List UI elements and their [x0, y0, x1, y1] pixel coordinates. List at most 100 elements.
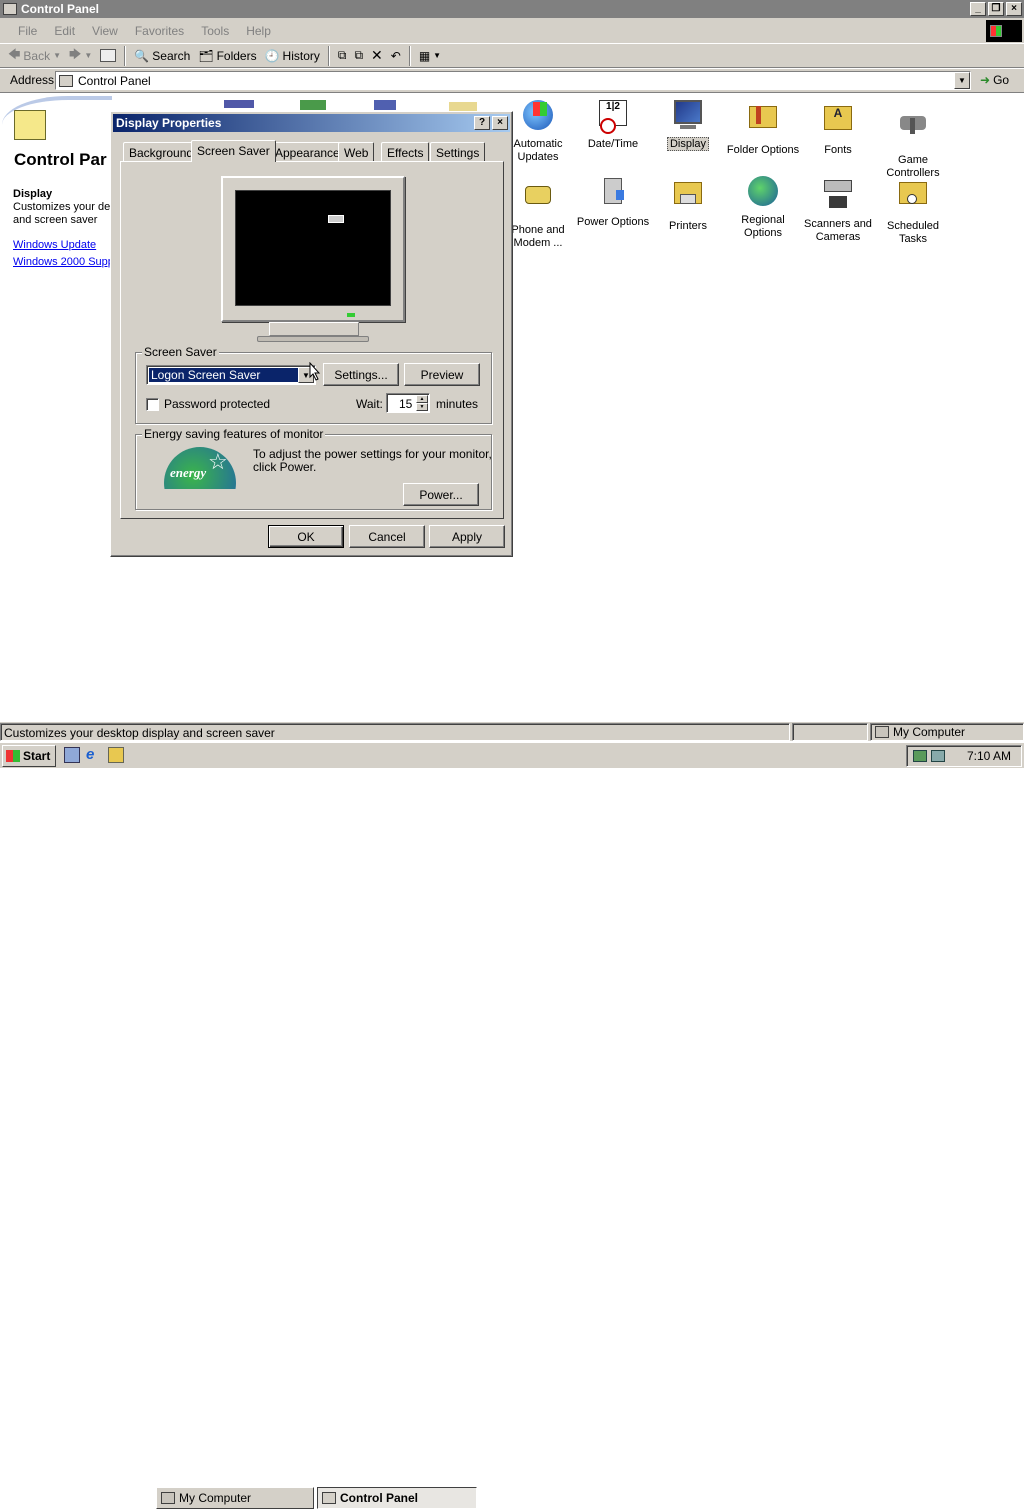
go-arrow-icon: ➜ — [980, 73, 991, 87]
dropdown-arrow-icon: ▼ — [433, 51, 442, 60]
globe-windows-icon — [521, 100, 555, 134]
taskbar-my-computer[interactable]: My Computer — [156, 1487, 314, 1509]
control-panel-icon — [322, 1492, 336, 1504]
screen-saver-select[interactable]: Logon Screen Saver ▼ — [146, 365, 316, 385]
tab-settings[interactable]: Settings — [430, 142, 486, 162]
forward-button[interactable]: 🡆 ▼ — [69, 45, 92, 66]
tab-appearance[interactable]: Appearance — [269, 142, 346, 162]
icon-display[interactable]: Display — [650, 100, 726, 151]
copy-to-button[interactable]: ⧉ — [354, 48, 363, 63]
star-icon: ☆ — [208, 449, 228, 474]
icon-printers[interactable]: Printers — [650, 176, 726, 233]
control-panel-icon — [3, 3, 17, 15]
password-label: Password protected — [164, 397, 271, 411]
settings-button[interactable]: Settings... — [323, 363, 399, 386]
network-icon[interactable] — [913, 750, 927, 762]
delete-button[interactable]: ✕ — [371, 47, 383, 64]
mouse-cursor — [309, 362, 321, 381]
tab-screen-saver[interactable]: Screen Saver — [191, 140, 276, 162]
icon-fonts[interactable]: A Fonts — [800, 100, 876, 157]
move-to-button[interactable]: ⧉ — [338, 48, 347, 63]
menu-help[interactable]: Help — [246, 24, 271, 38]
help-button[interactable]: ? — [474, 116, 490, 130]
windows-update-link[interactable]: Windows Update — [13, 239, 96, 251]
power-button[interactable]: Power... — [403, 483, 479, 506]
address-dropdown-button[interactable]: ▼ — [954, 72, 970, 89]
spin-down-button[interactable]: ▼ — [416, 403, 428, 411]
cancel-button[interactable]: Cancel — [349, 525, 425, 548]
show-desktop-icon[interactable] — [64, 747, 80, 763]
monitor-screen — [235, 190, 391, 306]
energy-saving-group: Energy saving features of monitor energy… — [135, 427, 492, 510]
views-button[interactable]: ▦ ▼ — [419, 49, 441, 63]
toolbar-separator — [124, 45, 127, 66]
wait-spinner[interactable]: ▲ ▼ — [416, 395, 428, 411]
screen-saver-group-label: Screen Saver — [142, 345, 219, 359]
dialog-close-button[interactable]: × — [492, 116, 508, 130]
back-button[interactable]: 🡄 Back ▼ — [8, 45, 61, 66]
monitor-preview — [221, 176, 405, 322]
dialog-title-bar[interactable]: Display Properties ? × — [113, 114, 510, 132]
go-button[interactable]: ➜ Go — [980, 73, 1009, 87]
monitor-base — [257, 336, 369, 342]
history-button[interactable]: 🕘 History — [265, 49, 320, 63]
joystick-icon — [896, 116, 930, 150]
tab-background[interactable]: Background — [123, 142, 200, 162]
quick-launch: e — [64, 747, 124, 763]
taskbar-control-panel[interactable]: Control Panel — [317, 1487, 477, 1509]
ok-button[interactable]: OK — [268, 525, 344, 548]
preview-button[interactable]: Preview — [404, 363, 480, 386]
standard-toolbar: 🡄 Back ▼ 🡆 ▼ 🔍 Search 🗂 Folders 🕘 History ⧉ ⧉ … — [0, 44, 1024, 68]
icon-date-time[interactable]: 1|2 Date/Time — [575, 100, 651, 151]
menu-view[interactable]: View — [92, 24, 118, 38]
window-title-bar[interactable]: Control Panel _ ❐ × — [0, 0, 1024, 18]
menu-tools[interactable]: Tools — [201, 24, 229, 38]
display-properties-dialog[interactable]: Display Properties ? × Background Screen… — [110, 111, 513, 557]
forward-arrow-icon: 🡆 — [69, 47, 82, 61]
dropdown-arrow-icon: ▼ — [84, 51, 93, 60]
start-button[interactable]: Start — [2, 745, 56, 767]
history-icon: 🕘 — [264, 48, 280, 63]
clock[interactable]: 7:10 AM — [967, 749, 1011, 763]
windows-support-link[interactable]: Windows 2000 Supp — [13, 256, 114, 268]
globe-icon — [746, 176, 780, 210]
menu-favorites[interactable]: Favorites — [135, 24, 184, 38]
icon-power-options[interactable]: Power Options — [575, 176, 651, 229]
internet-explorer-icon[interactable]: e — [86, 747, 102, 763]
maximize-button[interactable]: ❐ — [988, 2, 1004, 16]
search-button[interactable]: 🔍 Search — [134, 49, 190, 63]
undo-button[interactable]: ↶ — [391, 49, 401, 63]
up-folder-icon — [100, 49, 117, 62]
folders-icon: 🗂 — [198, 48, 214, 63]
windows-logo-icon — [986, 20, 1022, 42]
system-tray: 7:10 AM — [906, 745, 1022, 767]
selected-item-desc-2: and screen saver — [13, 214, 98, 226]
menu-edit[interactable]: Edit — [54, 24, 75, 38]
password-checkbox[interactable] — [146, 398, 159, 411]
icon-game-controllers[interactable]: Game Controllers — [875, 100, 951, 180]
hidden-icon — [300, 100, 326, 110]
icon-regional-options[interactable]: Regional Options — [725, 176, 801, 240]
minimize-button[interactable]: _ — [970, 2, 986, 16]
monitor-stand — [269, 322, 359, 336]
undo-icon: ↶ — [390, 48, 401, 63]
apply-button[interactable]: Apply — [429, 525, 505, 548]
tab-web[interactable]: Web — [338, 142, 375, 162]
status-bar: Customizes your desktop display and scre… — [0, 721, 1024, 741]
tab-effects[interactable]: Effects — [381, 142, 430, 162]
close-button[interactable]: × — [1006, 2, 1022, 16]
dropdown-arrow-icon: ▼ — [53, 51, 62, 60]
volume-icon[interactable] — [931, 750, 945, 762]
up-folder-button[interactable] — [100, 49, 117, 62]
spin-up-button[interactable]: ▲ — [416, 395, 428, 403]
outlook-express-icon[interactable] — [108, 747, 124, 763]
wait-minutes-input[interactable]: 15 ▲ ▼ — [386, 393, 430, 413]
windows-flag-icon — [6, 750, 20, 762]
folders-button[interactable]: 🗂 Folders — [198, 49, 256, 63]
menu-file[interactable]: File — [18, 24, 37, 38]
icon-scheduled-tasks[interactable]: Scheduled Tasks — [875, 176, 951, 246]
icon-scanners-cameras[interactable]: Scanners and Cameras — [800, 176, 876, 244]
icon-folder-options[interactable]: Folder Options — [725, 100, 801, 157]
address-input[interactable]: Control Panel ▼ — [55, 71, 971, 90]
selected-item-name: Display — [13, 188, 53, 200]
